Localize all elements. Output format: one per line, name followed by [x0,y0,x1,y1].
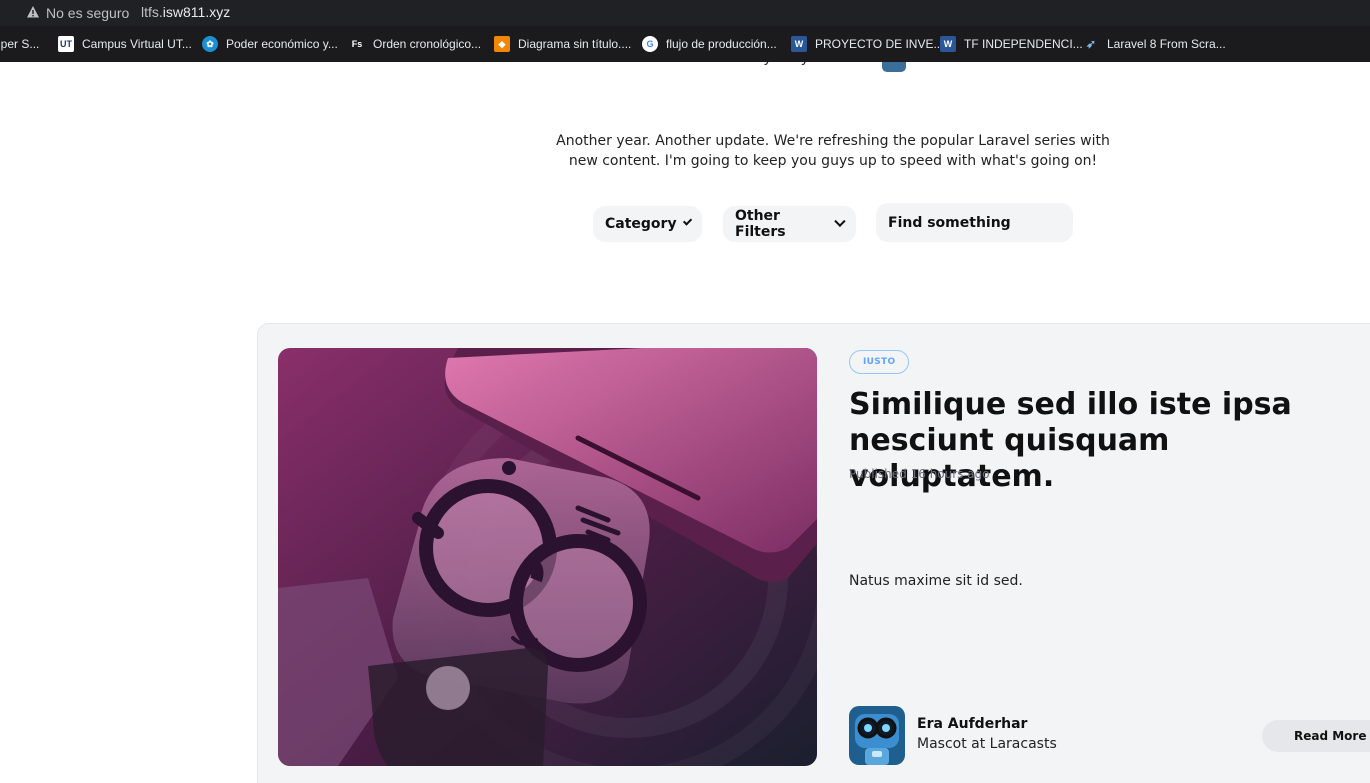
other-filters-label: Other Filters [735,208,786,240]
chevron-down-icon [834,215,846,227]
url-domain: isw811.xyz [162,4,231,20]
author-name: Era Aufderhar [917,716,1028,732]
published-time: 16 hours ago [910,467,990,481]
post-excerpt: Natus maxime sit id sed. [849,573,1023,589]
category-dropdown[interactable]: Category [593,206,702,242]
bookmark-label: Laravel 8 From Scra... [1107,37,1226,51]
post-thumbnail[interactable] [278,348,817,766]
word-icon: W [791,36,807,52]
published-label: Published [849,467,907,481]
security-label[interactable]: No es seguro [46,5,129,21]
bookmark-label: Campus Virtual UT... [82,37,192,51]
bookmark-item[interactable]: ◆ Diagrama sin título.... [494,26,631,62]
bookmark-item[interactable]: ➶ Laravel 8 From Scra... [1083,26,1226,62]
category-label: Category [605,216,677,232]
bookmark-item[interactable]: W PROYECTO DE INVE... [791,26,943,62]
bookmark-item[interactable]: G flujo de producción... [642,26,777,62]
bookmark-label: uper S... [0,37,40,51]
bookmark-item[interactable]: uper S... [0,26,39,62]
search-input[interactable] [876,203,1073,242]
author-role: Mascot at Laracasts [917,736,1057,752]
chevron-down-icon [682,216,693,226]
author-avatar [849,706,905,765]
bookmark-label: Orden cronológico... [373,37,482,51]
browser-address-bar[interactable]: No es seguro ltfs.isw811.xyz [0,0,1370,26]
read-more-button[interactable]: Read More [1262,720,1370,752]
bookmark-item[interactable]: ✿ Poder económico y... [202,26,338,62]
bookmark-label: Poder económico y... [226,37,338,51]
bookmark-item[interactable]: W TF INDEPENDENCI... [940,26,1083,62]
mascot-illustration [278,348,817,766]
bookmark-label: PROYECTO DE INVE... [815,37,944,51]
robot-avatar-icon [849,706,905,765]
post-category-badge[interactable]: IUSTO [849,350,910,374]
other-filters-dropdown[interactable]: Other Filters [723,206,856,242]
post-published-date: Published 16 hours ago [849,467,990,481]
bookmark-item[interactable]: Fs Orden cronológico... [349,26,481,62]
bookmarks-bar: uper S... UT Campus Virtual UT... ✿ Pode… [0,26,1370,62]
bookmark-item[interactable]: UT Campus Virtual UT... [58,26,192,62]
word-icon: W [940,36,956,52]
fs-logo-icon: Fs [349,36,365,52]
url-text[interactable]: ltfs.isw811.xyz [141,4,230,20]
bookmark-label: TF INDEPENDENCI... [964,37,1083,51]
bookmark-label: flujo de producción... [666,37,777,51]
leaf-icon: ✿ [202,36,218,52]
utn-logo-icon: UT [58,36,74,52]
laravel-icon: ➶ [1085,37,1097,51]
google-icon: G [642,36,658,52]
drawio-icon: ◆ [494,36,510,52]
warning-icon [27,6,39,18]
intro-text: Another year. Another update. We're refr… [556,133,1110,169]
url-subdomain: ltfs. [141,4,163,20]
bookmark-label: Diagrama sin título.... [518,37,632,51]
